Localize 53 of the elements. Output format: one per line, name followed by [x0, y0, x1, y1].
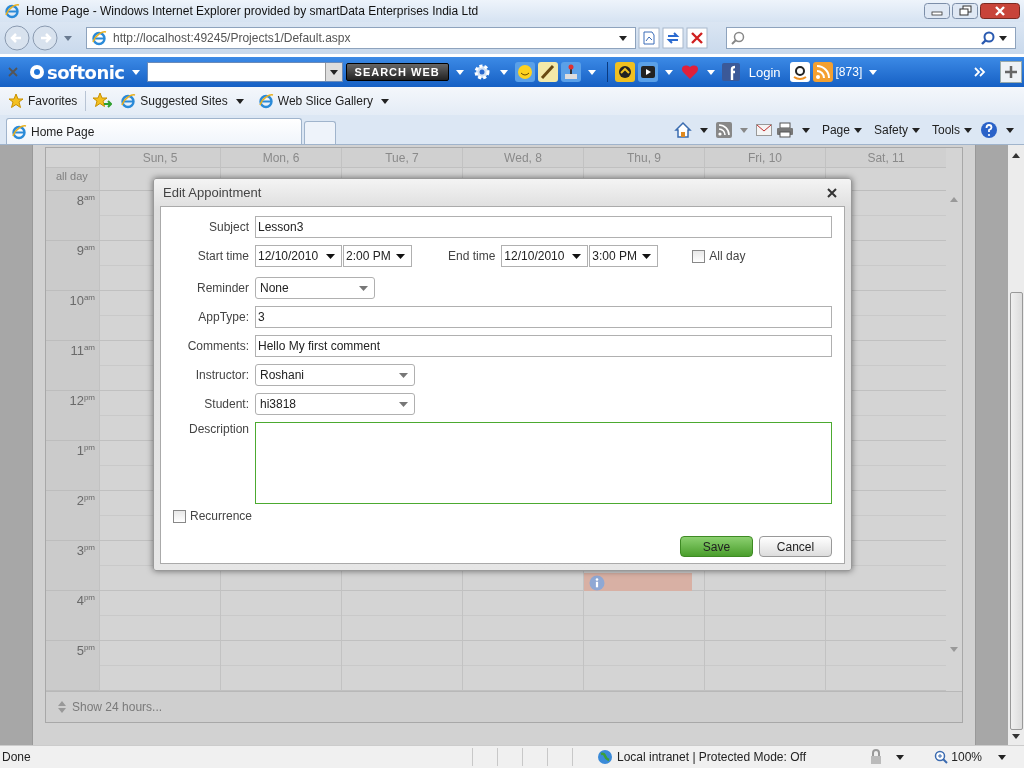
field-label: Start time: [197, 249, 249, 263]
save-button[interactable]: Save: [680, 536, 753, 557]
browser-tab[interactable]: Home Page: [6, 118, 302, 144]
date-picker[interactable]: 12/10/2010: [255, 245, 342, 267]
time-label: 1$^{pm}$: [46, 441, 99, 491]
favorites-link[interactable]: Suggested Sites: [118, 93, 250, 109]
time-picker[interactable]: 2:00 PM: [343, 245, 412, 267]
checkbox-label: All day: [709, 249, 746, 263]
menu-button[interactable]: Page: [817, 123, 866, 137]
cancel-button[interactable]: Cancel: [759, 536, 832, 557]
time-label: 12$^{pm}$: [46, 391, 99, 441]
dropdown[interactable]: None: [255, 277, 375, 299]
time-label: 11$^{am}$: [46, 341, 99, 391]
brand-name: softonic: [47, 61, 125, 83]
time-label: 4$^{pm}$: [46, 591, 99, 641]
brand-logo[interactable]: softonic: [29, 61, 125, 83]
login-link[interactable]: Login: [748, 64, 781, 80]
field-label: Comments:: [187, 339, 249, 353]
url-text: http://localhost:49245/Projects1/Default.aspx: [113, 31, 352, 45]
status-text: Done: [2, 750, 32, 764]
time-label: 5$^{pm}$: [46, 641, 99, 691]
search-web-button[interactable]: SEARCH WEB: [345, 63, 449, 81]
time-label: 10$^{am}$: [46, 291, 99, 341]
address-field[interactable]: http://localhost:49245/Projects1/Default.aspx: [86, 27, 636, 49]
window-title: Home Page - Windows Internet Explorer provided by smartData Enterprises India Ltd: [26, 4, 479, 18]
time-label: 3$^{pm}$: [46, 541, 99, 591]
dialog-title: Edit Appointment: [163, 185, 262, 200]
field-label: Description: [188, 422, 249, 436]
favorites-link[interactable]: Web Slice Gallery: [255, 93, 395, 109]
field-label: Student:: [204, 397, 249, 411]
time-picker[interactable]: 3:00 PM: [589, 245, 659, 267]
field-label: Instructor:: [195, 368, 249, 382]
time-label: 9$^{am}$: [46, 241, 99, 291]
favorites-button[interactable]: Favorites: [6, 93, 80, 109]
menu-button[interactable]: Tools: [928, 123, 976, 137]
time-label: 8$^{am}$: [46, 191, 99, 241]
time-label: 2$^{pm}$: [46, 491, 99, 541]
notification-count[interactable]: [873]: [835, 65, 863, 79]
text-field[interactable]: Hello My first comment: [255, 335, 832, 357]
dropdown[interactable]: hi3818: [255, 393, 415, 415]
all-day-label: all day: [46, 168, 99, 191]
field-label: Reminder: [196, 281, 249, 295]
security-zone-text: Local intranet | Protected Mode: Off: [617, 750, 806, 764]
zoom-button[interactable]: 100%: [928, 749, 988, 765]
field-label: AppType:: [198, 310, 249, 324]
field-label: Subject: [208, 220, 249, 234]
text-field[interactable]: 3: [255, 306, 832, 328]
field-label: End time: [448, 249, 496, 263]
date-picker[interactable]: 12/10/2010: [501, 245, 589, 267]
dropdown[interactable]: Roshani: [255, 364, 415, 386]
text-field[interactable]: Lesson3: [255, 216, 832, 238]
checkbox-label: Recurrence: [190, 509, 253, 523]
menu-button[interactable]: Safety: [869, 123, 924, 137]
